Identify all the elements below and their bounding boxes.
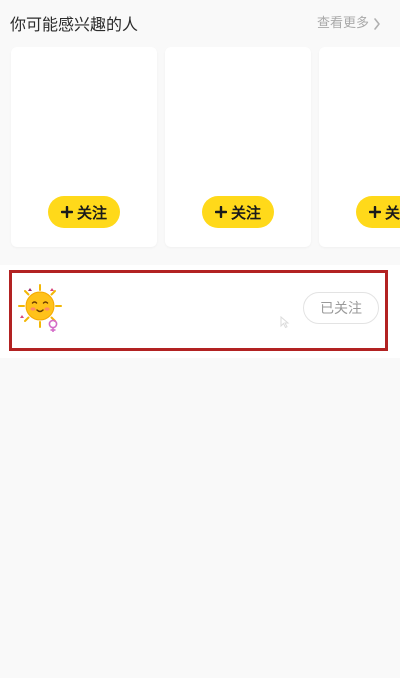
followed-button[interactable]: 已关注 (303, 292, 379, 324)
plus-icon (368, 206, 381, 218)
recommendation-card[interactable]: 关注 (319, 47, 400, 247)
recommended-users-screen: 你可能感兴趣的人 查看更多 关注 关注 关 已关注 (0, 0, 400, 678)
follow-button[interactable]: 关注 (48, 196, 120, 228)
recommended-users-header: 你可能感兴趣的人 查看更多 (0, 0, 400, 42)
plus-icon (60, 206, 73, 218)
female-icon (47, 318, 59, 332)
see-more-label: 查看更多 (316, 16, 369, 31)
follow-button[interactable]: 关注 (356, 196, 400, 228)
follow-button[interactable]: 关注 (202, 196, 274, 228)
recommendation-card[interactable]: 关注 (165, 47, 311, 247)
recommendation-card[interactable]: 关注 (11, 47, 157, 247)
follow-label: 关注 (76, 203, 107, 222)
see-more-link[interactable]: 查看更多 (317, 15, 382, 33)
empty-content-area (0, 358, 400, 678)
recommendation-cards: 关注 关注 关注 (0, 47, 400, 250)
follow-label: 关注 (230, 203, 261, 222)
section-title: 你可能感兴趣的人 (10, 15, 139, 34)
faint-cursor-icon (278, 314, 290, 329)
chevron-right-icon (372, 17, 382, 31)
plus-icon (214, 206, 227, 218)
follow-label: 关注 (384, 203, 400, 222)
